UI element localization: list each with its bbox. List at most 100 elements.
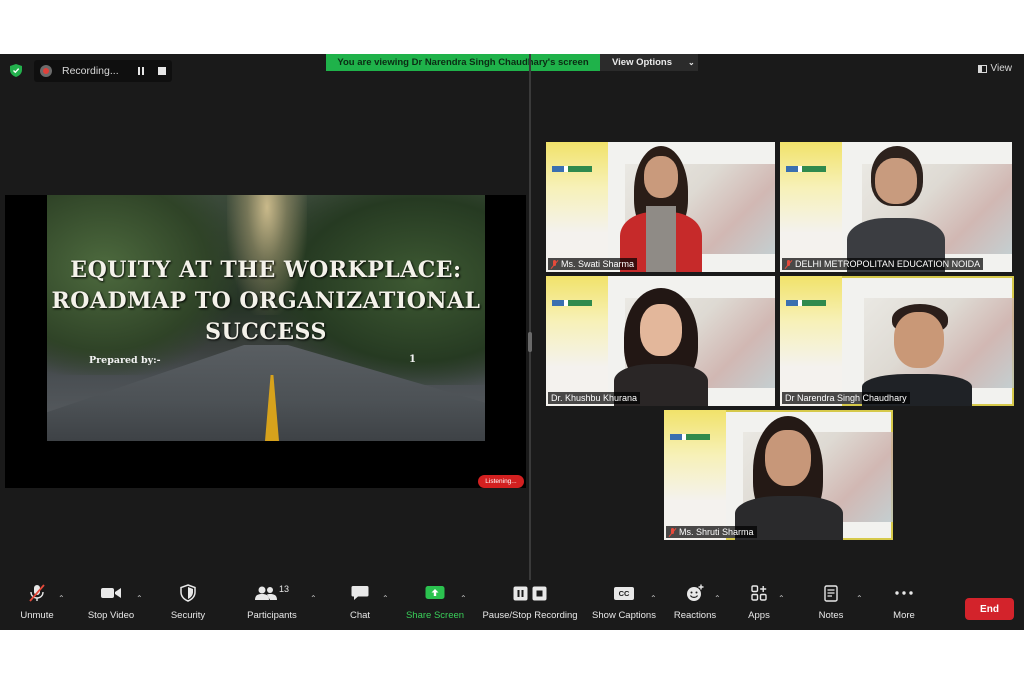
pause-icon <box>513 586 528 600</box>
conference-banner <box>546 142 608 272</box>
conference-banner <box>780 276 842 406</box>
participant-name: Dr Narendra Singh Chaudhary <box>785 393 907 403</box>
participant-name-tag: Dr Narendra Singh Chaudhary <box>782 392 910 404</box>
conference-banner <box>546 276 608 406</box>
show-captions-button[interactable]: CC Show Captions <box>590 580 658 630</box>
share-screen-icon <box>425 586 445 599</box>
shared-screen[interactable]: EQUITY AT THE WORKPLACE: ROADMAP TO ORGA… <box>5 195 526 488</box>
mic-muted-icon <box>669 527 676 537</box>
chevron-up-icon[interactable]: ⌃ <box>310 594 317 603</box>
view-button[interactable]: View <box>977 63 1013 74</box>
recording-dot-icon <box>40 65 52 77</box>
participant-tile[interactable]: Ms. Shruti Sharma <box>664 410 893 540</box>
end-meeting-button[interactable]: End <box>965 598 1014 620</box>
mic-muted-icon <box>551 259 558 269</box>
participants-icon <box>254 586 277 600</box>
view-options-button[interactable]: View Options ⌄ <box>600 54 698 71</box>
security-button[interactable]: Security <box>166 580 210 630</box>
participant-name-tag: Dr. Khushbu Khurana <box>548 392 641 404</box>
captions-icon: CC <box>614 586 634 600</box>
reactions-label: Reactions <box>673 610 717 621</box>
pause-recording-icon[interactable] <box>138 67 144 75</box>
participant-name: DELHI METROPOLITAN EDUCATION NOIDA <box>795 259 981 269</box>
mic-muted-icon <box>29 584 45 602</box>
conference-logo <box>552 166 592 172</box>
unmute-label: Unmute <box>20 610 54 621</box>
recording-label: Recording... <box>62 65 119 77</box>
unmute-button[interactable]: Unmute <box>14 580 60 630</box>
prepared-by-text: Prepared by:- <box>89 355 161 366</box>
chat-label: Chat <box>349 610 371 621</box>
participant-video <box>616 146 706 272</box>
presentation-slide: EQUITY AT THE WORKPLACE: ROADMAP TO ORGA… <box>47 195 485 441</box>
participant-name: Ms. Shruti Sharma <box>679 527 754 537</box>
apps-button[interactable]: Apps <box>744 580 774 630</box>
split-divider <box>529 54 531 580</box>
chat-bubble-icon <box>351 586 369 600</box>
chevron-up-icon[interactable]: ⌃ <box>136 594 143 603</box>
mic-muted-icon <box>785 259 792 269</box>
notes-icon <box>824 584 838 602</box>
conference-logo <box>786 300 826 306</box>
pause-stop-recording-label: Pause/Stop Recording <box>482 610 578 621</box>
participant-video <box>606 288 716 406</box>
conference-logo <box>552 300 592 306</box>
participant-tile[interactable]: DELHI METROPOLITAN EDUCATION NOIDA <box>780 142 1012 272</box>
stop-video-button[interactable]: Stop Video <box>82 580 140 630</box>
more-label: More <box>893 610 915 621</box>
view-options-label: View Options <box>612 57 673 68</box>
meeting-toolbar: Unmute ⌃ Stop Video ⌃ Security 13 Partic… <box>0 580 1024 630</box>
stop-video-label: Stop Video <box>87 610 135 621</box>
participant-tile[interactable]: Dr. Khushbu Khurana <box>546 276 775 406</box>
video-camera-icon <box>101 588 121 598</box>
chat-button[interactable]: Chat <box>344 580 376 630</box>
recording-indicator: Recording... <box>34 60 172 82</box>
participant-video <box>862 304 972 406</box>
chevron-up-icon[interactable]: ⌃ <box>382 594 389 603</box>
chevron-down-icon: ⌄ <box>688 58 695 67</box>
slide-title-line: ROADMAP TO ORGANIZATIONAL <box>51 288 481 314</box>
reactions-button[interactable]: Reactions <box>672 580 718 630</box>
pause-stop-recording-button[interactable]: Pause/Stop Recording <box>478 580 582 630</box>
split-drag-handle[interactable] <box>528 332 532 352</box>
shield-icon[interactable] <box>10 64 22 77</box>
chevron-up-icon[interactable]: ⌃ <box>714 594 721 603</box>
conference-logo <box>670 434 710 440</box>
viewing-screen-banner: You are viewing Dr Narendra Singh Chaudh… <box>326 54 600 71</box>
participants-button[interactable]: 13 Participants <box>244 580 300 630</box>
conference-banner <box>664 410 726 540</box>
notes-button[interactable]: Notes <box>814 580 848 630</box>
stop-icon <box>532 586 547 600</box>
chevron-up-icon[interactable]: ⌃ <box>650 594 657 603</box>
participant-name-tag: Ms. Shruti Sharma <box>666 526 757 538</box>
participant-name-tag: DELHI METROPOLITAN EDUCATION NOIDA <box>782 258 984 270</box>
view-label: View <box>990 63 1013 74</box>
participant-tile[interactable]: Ms. Swati Sharma <box>546 142 775 272</box>
security-shield-icon <box>180 584 196 602</box>
more-button[interactable]: More <box>888 580 920 630</box>
participant-video <box>729 416 849 540</box>
slide-page-number: 1 <box>409 354 416 365</box>
reactions-smiley-icon <box>687 584 704 601</box>
slide-title: EQUITY AT THE WORKPLACE: ROADMAP TO ORGA… <box>47 255 485 348</box>
show-captions-label: Show Captions <box>592 610 656 621</box>
participant-tile-active-speaker[interactable]: Dr Narendra Singh Chaudhary <box>780 276 1014 406</box>
participant-name: Ms. Swati Sharma <box>561 259 635 269</box>
chevron-up-icon[interactable]: ⌃ <box>778 594 785 603</box>
listening-badge: Listening... <box>478 475 524 488</box>
notes-label: Notes <box>818 610 844 621</box>
apps-label: Apps <box>748 610 770 621</box>
apps-icon <box>751 585 767 601</box>
slide-title-line: EQUITY AT THE WORKPLACE: <box>70 257 462 283</box>
chevron-up-icon[interactable]: ⌃ <box>856 594 863 603</box>
view-layout-icon <box>977 64 987 73</box>
participant-video <box>841 146 951 272</box>
stop-recording-icon[interactable] <box>158 67 166 75</box>
conference-logo <box>786 166 826 172</box>
participant-name-tag: Ms. Swati Sharma <box>548 258 638 270</box>
slide-title-line: SUCCESS <box>205 319 327 345</box>
chevron-up-icon[interactable]: ⌃ <box>460 594 467 603</box>
share-screen-button[interactable]: Share Screen <box>404 580 466 630</box>
zoom-meeting-window: Recording... You are viewing Dr Narendra… <box>0 54 1024 630</box>
chevron-up-icon[interactable]: ⌃ <box>58 594 65 603</box>
